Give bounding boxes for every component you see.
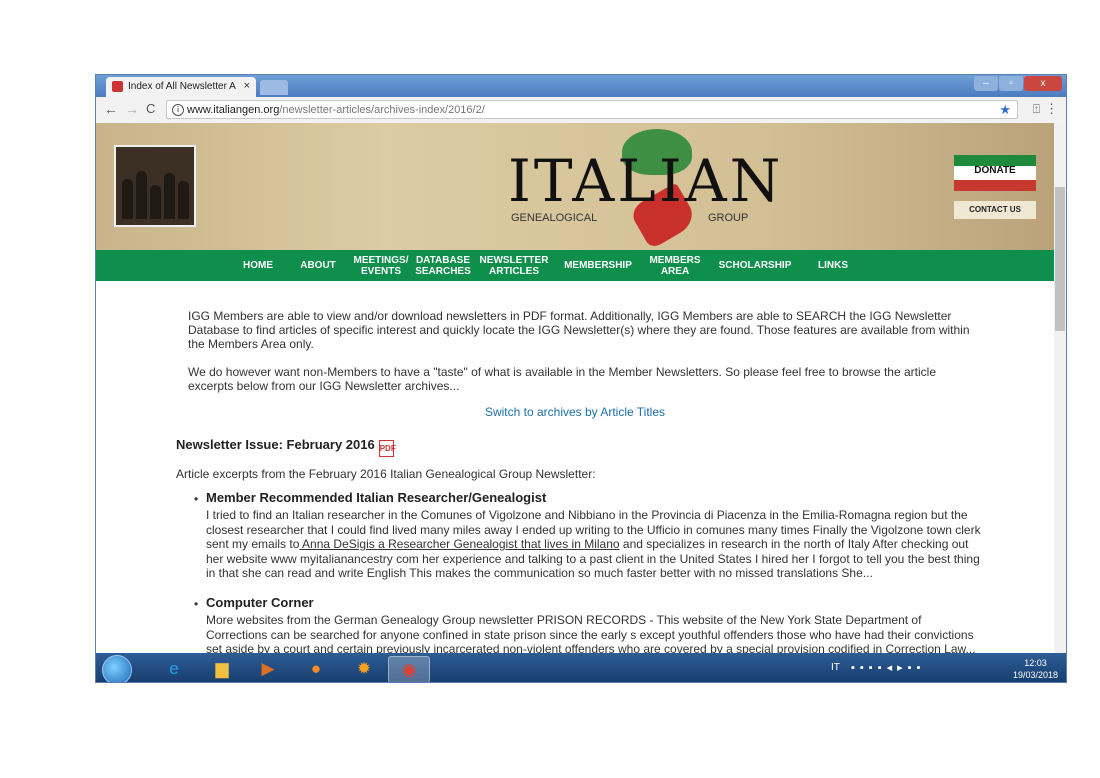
forward-arrow-icon[interactable]: → [125,101,139,117]
reload-icon[interactable]: C [146,101,155,116]
intro-paragraph-1: IGG Members are able to view and/or down… [188,309,970,351]
explorer-folder-icon[interactable]: ▆ [202,656,242,681]
site-logo[interactable]: ITALIAN [508,147,783,215]
intro-paragraph-2: We do however want non-Members to have a… [188,365,937,393]
nav-database-searches[interactable]: DATABASE SEARCHES [414,250,472,281]
clock-time: 12:03 [1024,658,1047,668]
nav-links[interactable]: LINKS [808,250,858,281]
nav-about[interactable]: ABOUT [294,250,342,281]
article-title: Member Recommended Italian Researcher/Ge… [206,490,547,505]
url-bar[interactable]: i www.italiangen.org/newsletter-articles… [166,100,1018,119]
nav-members-area[interactable]: MEMBERS AREA [646,250,704,281]
logo-subtitle-left: GENEALOGICAL [511,212,598,224]
maximize-button[interactable]: ▫ [999,76,1023,91]
main-nav: HOME ABOUT MEETINGS/ EVENTS DATABASE SEA… [96,250,1056,281]
new-tab-button[interactable] [260,80,288,95]
browser-title-bar: Index of All Newsletter A × – ▫ x [96,75,1066,97]
researcher-link[interactable]: Anna DeSigis a Researcher Genealogist th… [299,537,620,551]
windows-taskbar: e ▆ ▶ ● ✹ ◉ IT ▪▪▪▪◂▸▪▪ 12:03 19/03/2018 [96,653,1066,682]
info-icon[interactable]: i [172,104,184,116]
article-excerpt: More websites from the German Genealogy … [206,613,976,653]
donate-button[interactable]: DONATE [954,165,1036,176]
contact-us-button[interactable]: CONTACT US [954,201,1036,219]
article-title: Computer Corner [206,595,314,610]
firefox-icon[interactable]: ● [296,656,336,681]
nav-newsletter-articles[interactable]: NEWSLETTER ARTICLES [476,250,552,281]
switch-archives-link[interactable]: Switch to archives by Article Titles [96,405,1054,419]
chrome-icon[interactable]: ◉ [388,656,430,682]
pdf-icon[interactable]: PDF [378,440,396,457]
page-content: IGG Members are able to view and/or down… [96,281,1054,653]
bullet-icon: • [194,492,199,506]
taskbar-clock[interactable]: 12:03 19/03/2018 [1013,657,1058,681]
article-excerpt: I tried to find an Italian researcher in… [206,508,981,581]
tab-close-icon[interactable]: × [244,80,250,92]
url-host: www.italiangen.org [187,104,280,116]
back-arrow-icon[interactable]: ← [104,101,118,117]
bookmark-star-icon[interactable]: ★ [999,102,1011,118]
page-scrollbar[interactable] [1054,123,1066,653]
app-icon[interactable]: ✹ [344,656,384,681]
close-window-button[interactable]: x [1024,76,1062,91]
nav-meetings-events[interactable]: MEETINGS/ EVENTS [350,250,412,281]
extension-icon[interactable]: ⍐ [1033,102,1040,117]
bullet-icon: • [194,597,199,611]
group-photo [114,145,196,227]
window-controls: – ▫ x [974,76,1062,91]
scrollbar-thumb[interactable] [1055,187,1065,331]
issue-heading-text: Newsletter Issue: February 2016 [176,437,375,452]
url-path: /newsletter-articles/archives-index/2016… [279,104,485,116]
nav-scholarship[interactable]: SCHOLARSHIP [714,250,796,281]
tab-title: Index of All Newsletter A [128,81,236,92]
start-button[interactable] [102,655,132,682]
language-indicator[interactable]: IT [831,662,840,673]
browser-tab[interactable]: Index of All Newsletter A × [106,77,256,97]
browser-menu-icon[interactable]: ⋮ [1045,101,1058,117]
site-header: ITALIAN GENEALOGICAL GROUP DONATE CONTAC… [96,123,1056,250]
system-tray-icons[interactable]: ▪▪▪▪◂▸▪▪ [851,661,925,674]
address-toolbar: ← → C i www.italiangen.org/newsletter-ar… [96,97,1066,124]
ie-icon[interactable]: e [154,656,194,681]
switch-archives-label[interactable]: Switch to archives by Article Titles [485,405,665,419]
media-player-icon[interactable]: ▶ [248,656,288,681]
browser-window: Index of All Newsletter A × – ▫ x ← → C … [95,74,1067,683]
nav-membership[interactable]: MEMBERSHIP [560,250,636,281]
issue-heading: Newsletter Issue: February 2016 PDF [176,437,396,457]
site-favicon-icon [112,81,123,92]
nav-home[interactable]: HOME [236,250,280,281]
minimize-button[interactable]: – [974,76,998,91]
logo-subtitle-right: GROUP [708,212,749,224]
excerpts-intro: Article excerpts from the February 2016 … [176,467,596,481]
clock-date: 19/03/2018 [1012,670,1058,680]
